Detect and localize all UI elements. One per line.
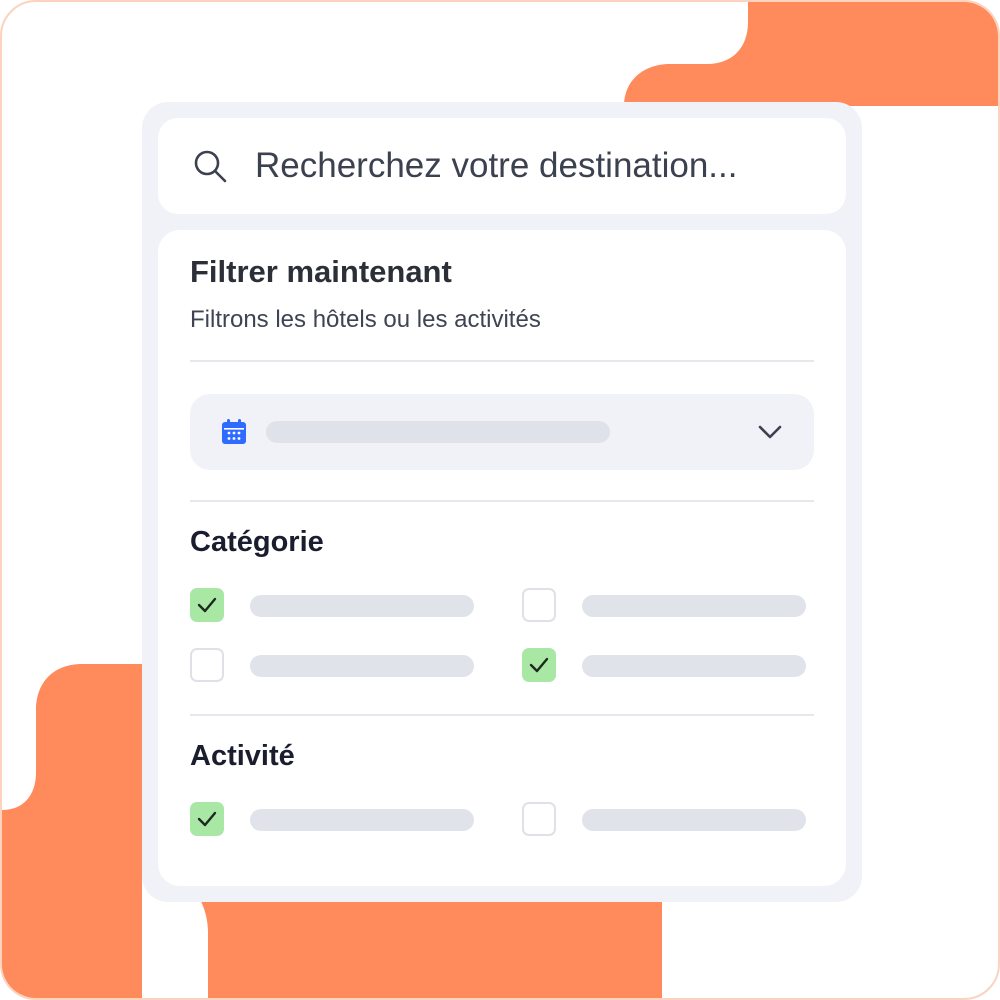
categorie-checkbox-1[interactable] [190, 588, 224, 622]
filter-card: Filtrer maintenant Filtrons les hôtels o… [158, 230, 846, 886]
divider [190, 360, 814, 362]
calendar-icon [222, 419, 246, 444]
search-bar[interactable]: Recherchez votre destination... [158, 118, 846, 214]
check-icon [529, 657, 549, 673]
filter-title: Filtrer maintenant [190, 254, 452, 289]
check-icon [197, 597, 217, 613]
activite-checkbox-1[interactable] [190, 802, 224, 836]
categorie-option-label-4 [582, 655, 806, 677]
date-select[interactable] [190, 394, 814, 470]
categorie-option-label-1 [250, 595, 474, 617]
search-input[interactable]: Recherchez votre destination... [255, 118, 737, 214]
divider [190, 500, 814, 502]
filter-subtitle: Filtrons les hôtels ou les activités [190, 306, 541, 333]
categorie-option-label-3 [250, 655, 474, 677]
filter-panel: Recherchez votre destination... Filtrer … [142, 102, 862, 902]
date-placeholder-bar [266, 421, 610, 443]
frame: Recherchez votre destination... Filtrer … [0, 0, 1000, 1000]
categorie-checkbox-2[interactable] [522, 588, 556, 622]
chevron-down-icon[interactable] [756, 421, 784, 443]
activite-option-label-2 [582, 809, 806, 831]
divider [190, 714, 814, 716]
activite-title: Activité [190, 740, 295, 772]
categorie-option-label-2 [582, 595, 806, 617]
search-icon [194, 150, 227, 183]
categorie-title: Catégorie [190, 526, 324, 558]
activite-checkbox-2[interactable] [522, 802, 556, 836]
categorie-checkbox-3[interactable] [190, 648, 224, 682]
check-icon [197, 811, 217, 827]
activite-option-label-1 [250, 809, 474, 831]
categorie-checkbox-4[interactable] [522, 648, 556, 682]
